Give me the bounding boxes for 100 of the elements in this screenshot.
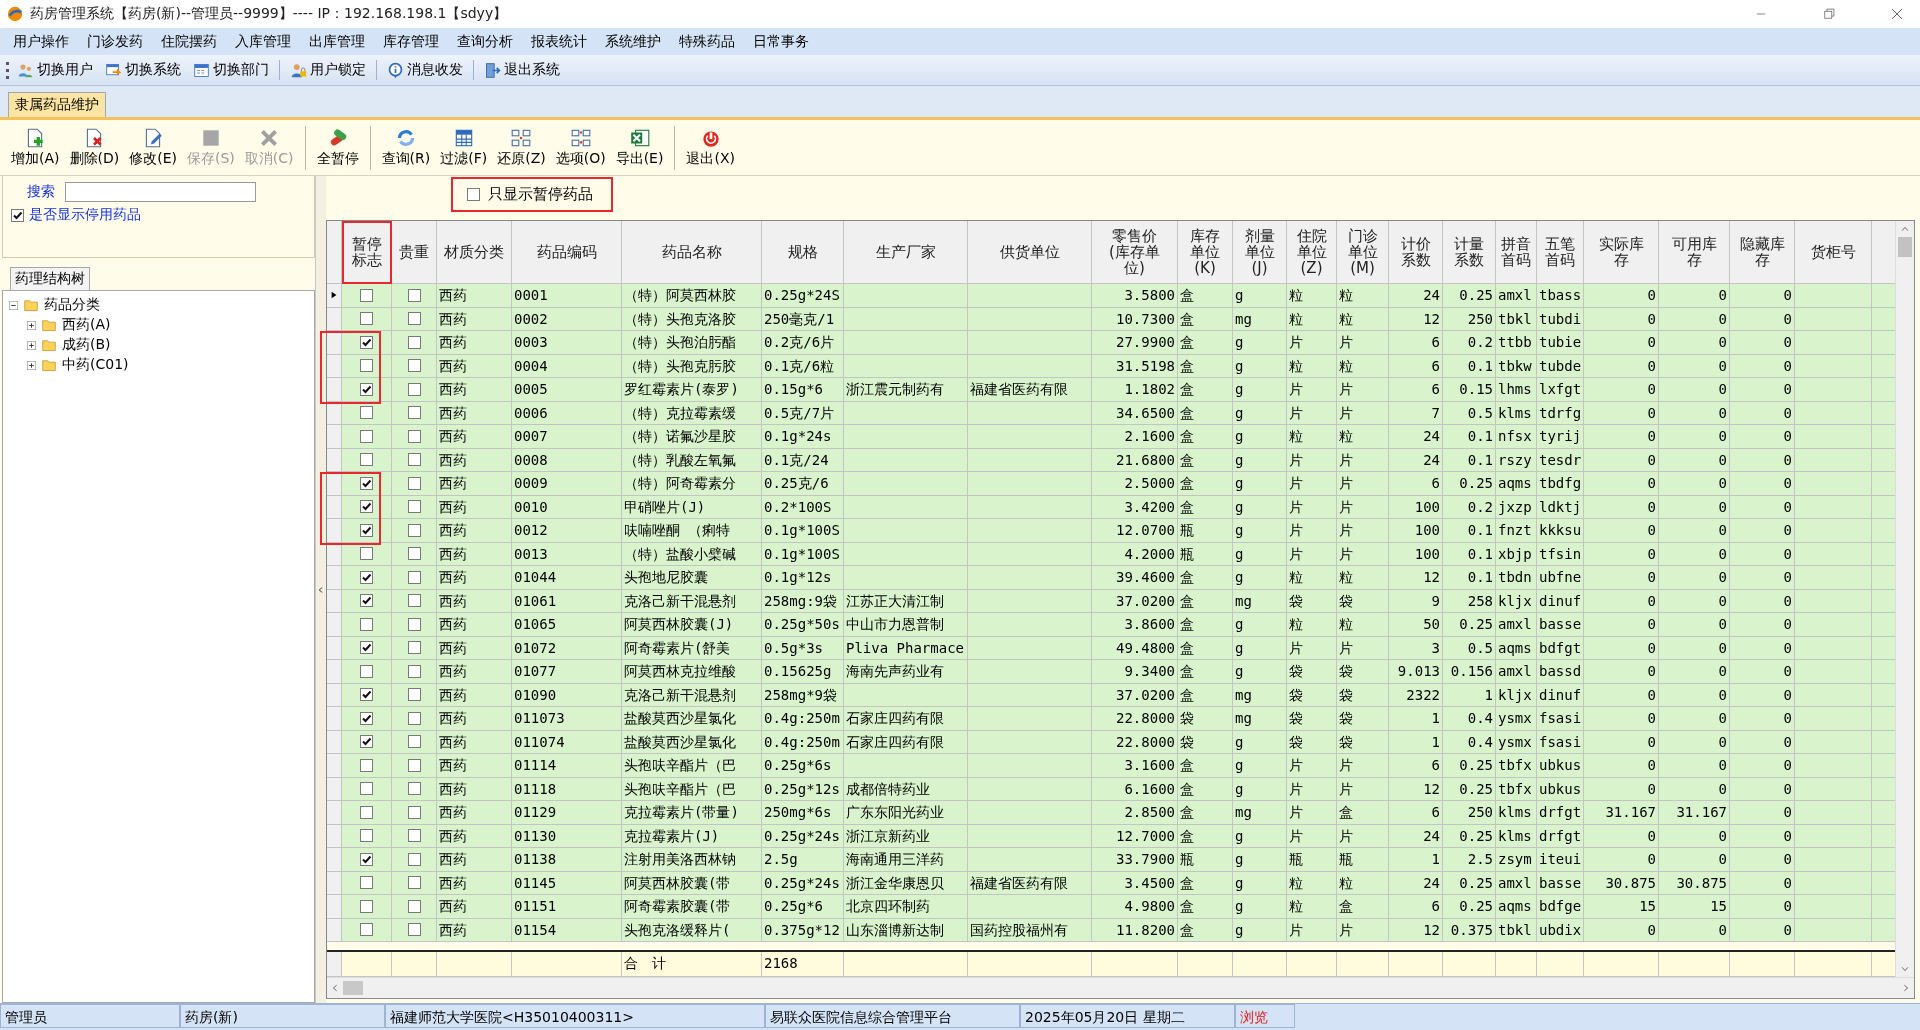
table-checkbox[interactable] [407,523,421,537]
menu-item[interactable]: 住院摆药 [152,29,226,54]
table-checkbox[interactable] [407,382,421,396]
table-checkbox[interactable] [407,805,421,819]
expand-icon[interactable] [27,320,36,330]
table-checkbox[interactable] [407,735,421,749]
checkbox-label[interactable]: 是否显示停用药品 [29,206,141,224]
table-checkbox[interactable] [407,500,421,514]
toolbar-button[interactable]: 用户锁定 [286,59,370,81]
toolbar-button[interactable]: 修改(E) [124,125,182,170]
table-checkbox[interactable] [407,758,421,772]
toolbar-button[interactable]: 还原(Z) [492,125,551,170]
table-checkbox[interactable] [360,429,373,443]
table-checkbox[interactable] [360,899,373,913]
toolbar-button[interactable]: 切换系统 [101,59,185,81]
table-checkbox[interactable] [360,711,373,725]
menu-item[interactable]: 门诊发药 [78,29,152,54]
toolbar-button[interactable]: 增加(A) [6,125,65,170]
table-checkbox[interactable] [407,782,421,796]
menu-item[interactable]: 报表统计 [522,29,596,54]
table-checkbox[interactable] [360,335,373,349]
toolbar-button[interactable]: 切换部门 [189,59,273,81]
table-checkbox[interactable] [407,476,421,490]
table-checkbox[interactable] [360,359,373,373]
table-checkbox[interactable] [407,688,421,702]
table-checkbox[interactable] [407,876,421,890]
table-checkbox[interactable] [407,429,421,443]
close-icon[interactable] [1890,7,1904,21]
table-checkbox[interactable] [360,852,373,866]
menu-item[interactable]: 入库管理 [226,29,300,54]
table-checkbox[interactable] [407,594,421,608]
toolbar-button[interactable]: 退出系统 [480,59,564,81]
table-checkbox[interactable] [407,359,421,373]
column-header[interactable]: 暂停标志 [342,221,392,284]
horizontal-scrollbar[interactable] [327,977,1914,998]
table-checkbox[interactable] [360,476,373,490]
menu-item[interactable]: 特殊药品 [670,29,744,54]
splitter-handle[interactable] [315,176,326,1003]
table-checkbox[interactable] [360,406,373,420]
menu-item[interactable]: 出库管理 [300,29,374,54]
scroll-up-icon[interactable] [1900,225,1910,233]
row-header[interactable] [327,284,342,308]
table-checkbox[interactable] [360,782,373,796]
table-checkbox[interactable] [360,876,373,890]
menu-item[interactable]: 日常事务 [744,29,818,54]
table-checkbox[interactable] [360,829,373,843]
table-checkbox[interactable] [360,923,373,937]
table-checkbox[interactable] [360,641,373,655]
table-checkbox[interactable] [360,617,373,631]
table-checkbox[interactable] [360,805,373,819]
scroll-right-icon[interactable] [1902,983,1910,993]
table-checkbox[interactable] [360,453,373,467]
search-field[interactable] [65,182,256,202]
table-checkbox[interactable] [360,382,373,396]
menu-item[interactable]: 查询分析 [448,29,522,54]
checkbox-label[interactable]: 只显示暂停药品 [488,185,593,204]
toolbar-button[interactable]: 删除(D) [64,125,125,170]
table-checkbox[interactable] [360,547,373,561]
expand-icon[interactable] [27,340,36,350]
scroll-thumb[interactable] [343,981,363,995]
table-checkbox[interactable] [407,829,421,843]
table-checkbox[interactable] [407,335,421,349]
table-checkbox[interactable] [360,664,373,678]
menu-item[interactable]: 用户操作 [4,29,78,54]
table-checkbox[interactable] [407,312,421,326]
tree-tab[interactable]: 药理结构树 [10,267,90,290]
table-checkbox[interactable] [360,594,373,608]
table-checkbox[interactable] [407,617,421,631]
table-checkbox[interactable] [407,547,421,561]
table-checkbox[interactable] [360,523,373,537]
table-checkbox[interactable] [360,500,373,514]
table-checkbox[interactable] [407,711,421,725]
toolbar-button[interactable]: 退出(X) [681,125,740,170]
menu-item[interactable]: 系统维护 [596,29,670,54]
collapse-icon[interactable] [9,300,18,310]
table-checkbox[interactable] [407,641,421,655]
checkbox[interactable] [467,188,480,201]
tree-item[interactable]: 中药(C01) [62,356,129,374]
checkbox[interactable] [11,208,24,222]
table-checkbox[interactable] [360,288,373,302]
vertical-scrollbar[interactable] [1895,221,1914,977]
table-checkbox[interactable] [407,453,421,467]
toolbar-button[interactable]: 过滤(F) [435,125,493,170]
tree-item[interactable]: 西药(A) [62,316,111,334]
scroll-down-icon[interactable] [1900,965,1910,973]
tree-item[interactable]: 药品分类 [44,296,100,314]
toolbar-button[interactable]: 消息收发 [383,59,467,81]
table-checkbox[interactable] [360,688,373,702]
table-checkbox[interactable] [407,570,421,584]
scroll-thumb[interactable] [1898,237,1912,257]
table-checkbox[interactable] [407,406,421,420]
toolbar-button[interactable]: 切换用户 [13,59,97,81]
scroll-left-icon[interactable] [331,983,339,993]
table-checkbox[interactable] [360,735,373,749]
tree-item[interactable]: 成药(B) [62,336,111,354]
table-checkbox[interactable] [407,664,421,678]
toolbar-button[interactable]: 选项(O) [550,125,611,170]
toolbar-button[interactable]: 全暂停 [311,125,364,170]
table-checkbox[interactable] [360,758,373,772]
document-tab[interactable]: 隶属药品维护 [8,92,106,117]
